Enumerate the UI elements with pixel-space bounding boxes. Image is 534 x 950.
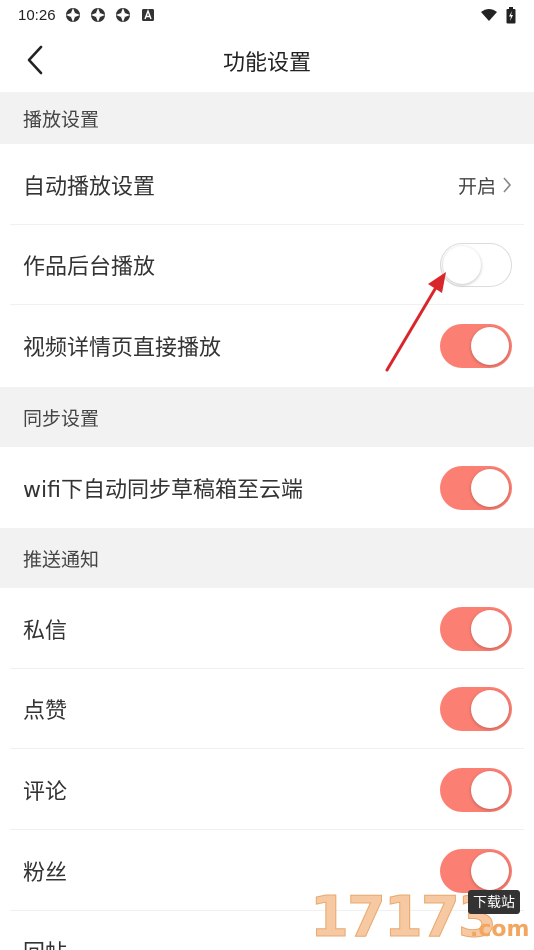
battery-icon [506,6,516,23]
back-button[interactable] [18,42,52,78]
setting-label: wifi下自动同步草稿箱至云端 [23,478,303,503]
setting-label: 作品后台播放 [23,255,156,280]
setting-row-comments: 评论 [0,750,534,830]
setting-row-likes: 点赞 [0,669,534,749]
background-play-toggle[interactable] [440,243,512,287]
section-title: 播放设置 [23,108,100,131]
setting-label: 粉丝 [23,861,68,886]
setting-label: 私信 [23,619,68,644]
setting-label: 自动播放设置 [23,175,156,200]
watermark-badge: 下载站 [468,890,520,914]
status-left: 10:26 [18,7,156,24]
watermark-suffix: .com [470,917,530,942]
section-title: 推送通知 [23,548,100,571]
wifi-sync-toggle[interactable] [440,466,512,510]
setting-row-detail-direct-play: 视频详情页直接播放 [0,306,534,386]
setting-label: 评论 [23,780,68,805]
nav-bar: 功能设置 [0,30,534,92]
app-notification-icon [115,8,130,22]
setting-row-auto-play[interactable]: 自动播放设置 开启 [0,145,534,225]
setting-label: 回帖 [23,935,67,950]
section-header-push: 推送通知 [0,528,534,588]
status-right [480,6,516,24]
wifi-icon [481,9,497,21]
status-time: 10:26 [18,6,56,24]
section-title: 同步设置 [23,407,100,430]
app-notification-icon [90,8,105,22]
chevron-left-icon [27,45,43,75]
section-header-sync: 同步设置 [0,387,534,447]
setting-row-wifi-sync: wifi下自动同步草稿箱至云端 [0,448,534,528]
toggle-knob [471,327,509,365]
setting-value: 开启 [457,175,496,198]
chevron-right-icon [503,177,512,193]
auto-play-value[interactable]: 开启 [458,145,512,225]
setting-row-private-message: 私信 [0,589,534,669]
setting-label: 点赞 [23,699,68,724]
page-title: 功能设置 [222,51,311,76]
status-bar: 10:26 [0,0,534,30]
private-message-toggle[interactable] [440,607,512,651]
divider [10,748,524,749]
detail-direct-play-toggle[interactable] [440,324,512,368]
annotation-arrow-icon [385,272,446,372]
likes-toggle[interactable] [440,687,512,731]
divider [10,829,524,830]
accessibility-icon [141,9,154,21]
toggle-knob [471,690,509,728]
watermark-logo: 17173 下载站 .com [310,885,534,950]
setting-row-background-play: 作品后台播放 [0,225,534,305]
app-notification-icon [65,8,80,22]
toggle-knob [471,610,509,648]
setting-label: 视频详情页直接播放 [23,336,222,361]
comments-toggle[interactable] [440,768,512,812]
toggle-knob [471,771,509,809]
section-header-playback: 播放设置 [0,92,534,144]
toggle-knob [471,469,509,507]
